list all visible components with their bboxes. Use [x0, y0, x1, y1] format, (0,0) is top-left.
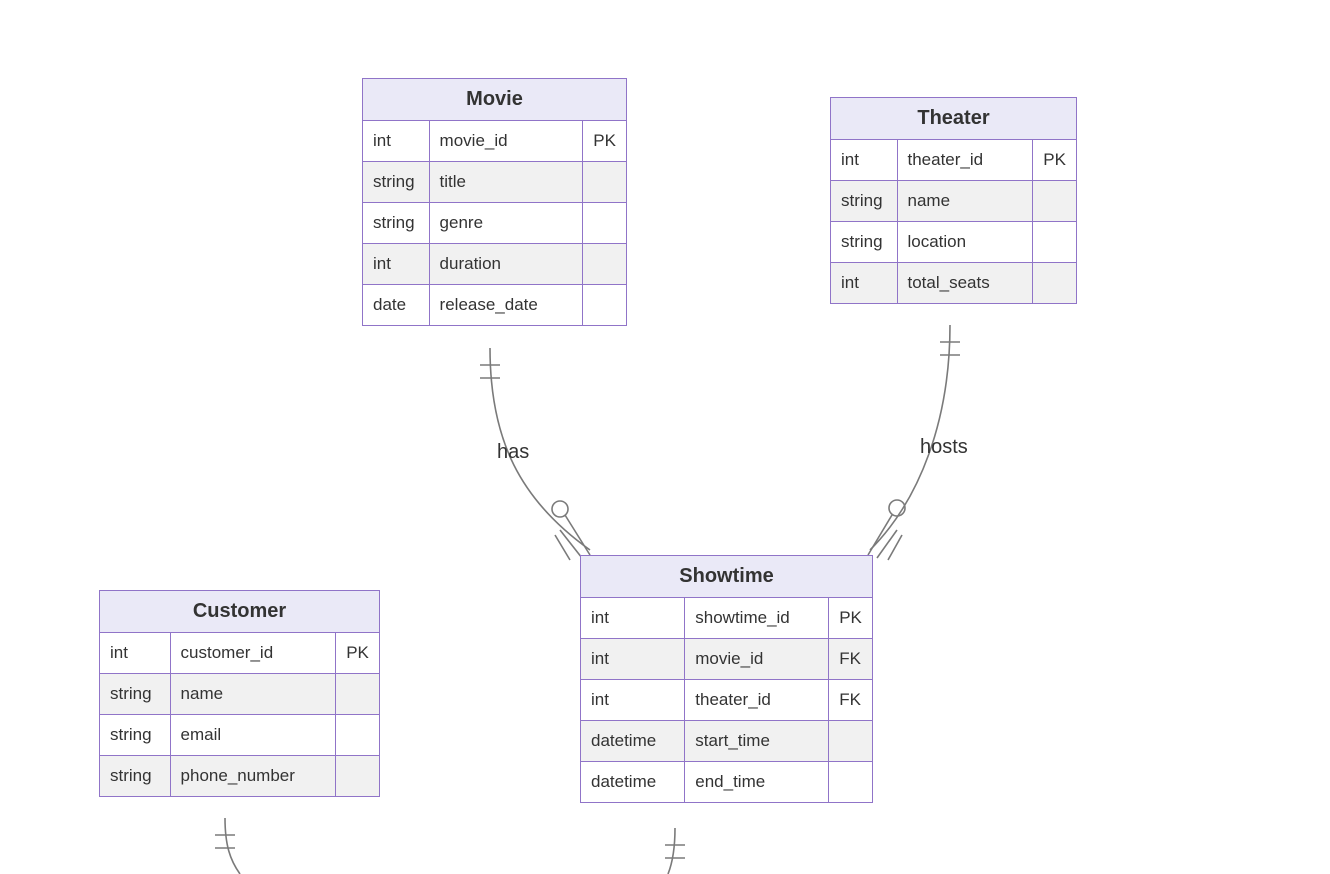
- table-row: string name: [831, 180, 1076, 221]
- table-row: string email: [100, 714, 379, 755]
- attr-key: PK: [582, 121, 626, 161]
- attr-name: release_date: [429, 285, 583, 325]
- attr-name: total_seats: [897, 263, 1033, 303]
- entity-showtime-title: Showtime: [581, 556, 872, 598]
- table-row: int theater_id FK: [581, 679, 872, 720]
- attr-name: location: [897, 222, 1033, 262]
- rel-customer-down: [215, 818, 240, 874]
- attr-type: string: [831, 222, 897, 262]
- table-row: string title: [363, 161, 626, 202]
- entity-theater-body: int theater_id PK string name string loc…: [831, 140, 1076, 303]
- table-row: string phone_number: [100, 755, 379, 796]
- table-row: datetime end_time: [581, 761, 872, 802]
- attr-type: string: [363, 162, 429, 202]
- table-row: int total_seats: [831, 262, 1076, 303]
- attr-type: string: [100, 756, 170, 796]
- entity-theater-title: Theater: [831, 98, 1076, 140]
- table-row: int movie_id FK: [581, 638, 872, 679]
- attr-key: [1032, 181, 1076, 221]
- rel-showtime-down: [665, 828, 685, 874]
- entity-customer-title: Customer: [100, 591, 379, 633]
- attr-key: PK: [828, 598, 872, 638]
- attr-key: [1032, 263, 1076, 303]
- attr-key: [582, 203, 626, 243]
- table-row: string genre: [363, 202, 626, 243]
- table-row: datetime start_time: [581, 720, 872, 761]
- attr-key: [1032, 222, 1076, 262]
- attr-name: phone_number: [170, 756, 336, 796]
- entity-showtime: Showtime int showtime_id PK int movie_id…: [580, 555, 873, 803]
- table-row: int theater_id PK: [831, 140, 1076, 180]
- attr-type: date: [363, 285, 429, 325]
- attr-type: int: [100, 633, 170, 673]
- attr-name: start_time: [684, 721, 828, 761]
- attr-type: datetime: [581, 762, 684, 802]
- attr-name: genre: [429, 203, 583, 243]
- entity-movie: Movie int movie_id PK string title strin…: [362, 78, 627, 326]
- entity-movie-title: Movie: [363, 79, 626, 121]
- table-row: int customer_id PK: [100, 633, 379, 673]
- table-row: string name: [100, 673, 379, 714]
- entity-showtime-body: int showtime_id PK int movie_id FK int t…: [581, 598, 872, 802]
- attr-key: FK: [828, 680, 872, 720]
- attr-type: string: [831, 181, 897, 221]
- attr-key: [582, 285, 626, 325]
- table-row: int movie_id PK: [363, 121, 626, 161]
- attr-name: theater_id: [684, 680, 828, 720]
- attr-type: int: [581, 639, 684, 679]
- attr-name: name: [897, 181, 1033, 221]
- rel-label-has: has: [497, 441, 529, 464]
- attr-type: int: [831, 263, 897, 303]
- attr-type: int: [831, 140, 897, 180]
- attr-name: email: [170, 715, 336, 755]
- attr-type: string: [100, 674, 170, 714]
- attr-type: string: [363, 203, 429, 243]
- attr-key: [828, 762, 872, 802]
- er-diagram-canvas: has hosts Movie int movie_id PK string t…: [0, 0, 1330, 874]
- attr-name: theater_id: [897, 140, 1033, 180]
- attr-name: movie_id: [429, 121, 583, 161]
- attr-name: customer_id: [170, 633, 336, 673]
- attr-type: string: [100, 715, 170, 755]
- attr-type: int: [581, 680, 684, 720]
- attr-key: PK: [335, 633, 379, 673]
- table-row: int duration: [363, 243, 626, 284]
- attr-key: PK: [1032, 140, 1076, 180]
- attr-key: [582, 244, 626, 284]
- attr-key: FK: [828, 639, 872, 679]
- rel-label-hosts: hosts: [920, 436, 968, 459]
- entity-movie-body: int movie_id PK string title string genr…: [363, 121, 626, 325]
- attr-name: movie_id: [684, 639, 828, 679]
- entity-theater: Theater int theater_id PK string name st…: [830, 97, 1077, 304]
- attr-name: name: [170, 674, 336, 714]
- attr-type: datetime: [581, 721, 684, 761]
- attr-key: [828, 721, 872, 761]
- attr-key: [582, 162, 626, 202]
- table-row: int showtime_id PK: [581, 598, 872, 638]
- entity-customer-body: int customer_id PK string name string em…: [100, 633, 379, 796]
- attr-key: [335, 715, 379, 755]
- attr-key: [335, 674, 379, 714]
- table-row: date release_date: [363, 284, 626, 325]
- attr-name: end_time: [684, 762, 828, 802]
- attr-name: duration: [429, 244, 583, 284]
- table-row: string location: [831, 221, 1076, 262]
- attr-type: int: [581, 598, 684, 638]
- entity-customer: Customer int customer_id PK string name …: [99, 590, 380, 797]
- attr-type: int: [363, 244, 429, 284]
- attr-key: [335, 756, 379, 796]
- attr-type: int: [363, 121, 429, 161]
- attr-name: showtime_id: [684, 598, 828, 638]
- attr-name: title: [429, 162, 583, 202]
